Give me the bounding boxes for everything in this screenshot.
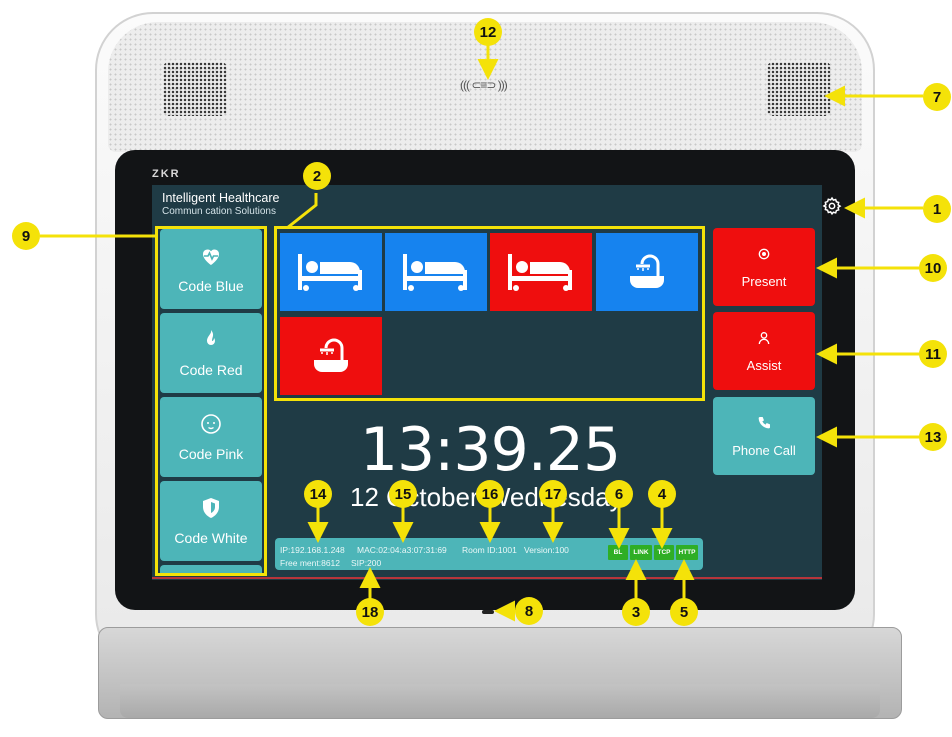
callout-badge: 13 [919, 423, 947, 451]
callout-badge: 10 [919, 254, 947, 282]
callout-badge: 7 [923, 83, 951, 111]
callout-badge: 9 [12, 222, 40, 250]
callout-badge: 11 [919, 340, 947, 368]
callout-badge: 4 [648, 480, 676, 508]
callout-badge: 6 [605, 480, 633, 508]
callout-badge: 8 [515, 597, 543, 625]
callout-arrows [40, 44, 923, 622]
callout-badge: 18 [356, 598, 384, 626]
callout-badge: 14 [304, 480, 332, 508]
callout-badge: 16 [476, 480, 504, 508]
callout-badge: 15 [389, 480, 417, 508]
callout-badge: 12 [474, 18, 502, 46]
callout-badge: 2 [303, 162, 331, 190]
callout-badge: 3 [622, 598, 650, 626]
callout-badge: 17 [539, 480, 567, 508]
callout-badge: 5 [670, 598, 698, 626]
callout-badge: 1 [923, 195, 951, 223]
